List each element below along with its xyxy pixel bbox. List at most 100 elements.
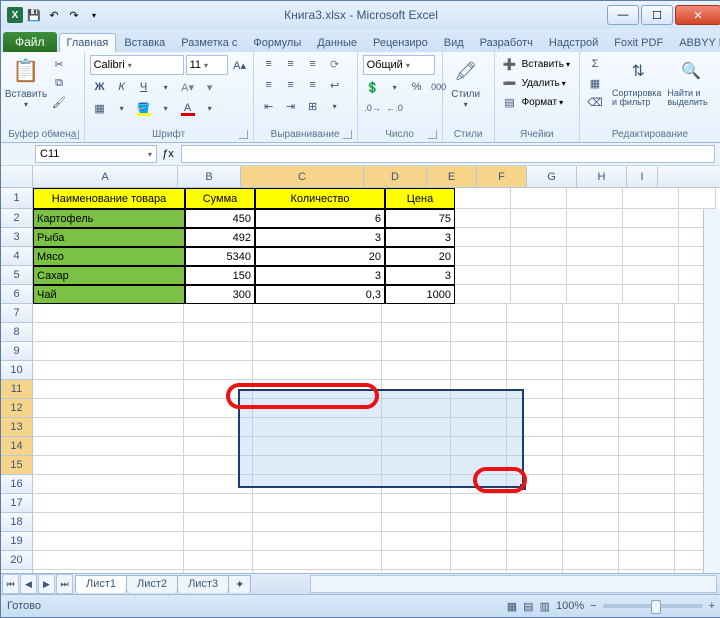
percent-icon[interactable]: % [407,78,427,96]
cell[interactable]: Картофель [33,209,185,228]
cell[interactable] [567,188,623,209]
cell[interactable] [679,188,716,209]
view-normal-icon[interactable]: ▦ [507,600,517,613]
cell[interactable] [455,188,511,209]
cell[interactable] [382,570,451,573]
horizontal-scrollbar[interactable] [310,575,717,593]
tab-addins[interactable]: Надстрой [541,33,606,52]
cell[interactable] [253,323,382,342]
cell[interactable] [567,209,623,228]
cell[interactable] [567,247,623,266]
cell[interactable] [253,437,382,456]
tab-insert[interactable]: Вставка [116,33,173,52]
cell[interactable]: 3 [385,266,455,285]
cell[interactable] [619,513,675,532]
cell[interactable] [619,418,675,437]
cut-icon[interactable]: ✂ [49,55,69,73]
cell[interactable] [382,418,451,437]
align-center-icon[interactable]: ≡ [281,76,301,94]
sheet-tab-2[interactable]: Лист2 [126,575,178,593]
cell[interactable] [382,532,451,551]
row-header[interactable]: 1 [1,188,33,209]
view-break-icon[interactable]: ▥ [540,600,550,613]
col-header-G[interactable]: G [527,166,577,187]
cell[interactable] [455,247,511,266]
cell[interactable] [507,513,563,532]
cell[interactable] [507,456,563,475]
cell[interactable] [507,304,563,323]
cell[interactable]: 3 [255,228,385,247]
underline-button[interactable]: Ч [134,78,154,96]
copy-icon[interactable]: ⧉ [49,74,69,92]
row-header[interactable]: 5 [1,266,33,285]
col-header-E[interactable]: E [427,166,477,187]
cell[interactable] [253,418,382,437]
col-header-I[interactable]: I [627,166,658,187]
cell[interactable]: 3 [385,228,455,247]
cell[interactable] [619,399,675,418]
cell[interactable] [253,513,382,532]
cell[interactable] [451,418,507,437]
cell[interactable]: Мясо [33,247,185,266]
align-bottom-icon[interactable]: ≡ [303,55,323,73]
format-cells-button[interactable]: ▤Формат▾ [500,93,564,111]
cell[interactable] [33,532,184,551]
col-header-F[interactable]: F [477,166,527,187]
orientation-icon[interactable]: ⟳ [325,55,345,73]
align-left-icon[interactable]: ≡ [259,76,279,94]
sheet-tab-3[interactable]: Лист3 [177,575,229,593]
cell[interactable] [563,437,619,456]
cell[interactable] [511,285,567,304]
cell[interactable] [455,228,511,247]
cell[interactable] [382,399,451,418]
cell[interactable] [184,380,253,399]
cell[interactable] [623,285,679,304]
number-format-combo[interactable]: Общий▾ [363,55,435,75]
cell[interactable] [563,551,619,570]
font-name-combo[interactable]: Calibri▾ [90,55,184,75]
select-all-corner[interactable] [1,166,33,187]
cell[interactable] [507,323,563,342]
cell[interactable] [451,304,507,323]
cell[interactable]: Сумма [185,188,255,209]
cell[interactable]: 492 [185,228,255,247]
cell[interactable] [33,361,184,380]
next-sheet-nav[interactable]: ▶ [38,574,55,594]
cell[interactable] [184,570,253,573]
cell[interactable] [563,570,619,573]
cell[interactable] [33,399,184,418]
cell[interactable] [451,456,507,475]
cell[interactable]: 5340 [185,247,255,266]
cell[interactable] [33,304,184,323]
cell[interactable] [253,570,382,573]
cell[interactable] [184,418,253,437]
delete-cells-button[interactable]: ➖Удалить▾ [500,74,566,92]
row-header[interactable]: 15 [1,456,33,475]
row-header[interactable]: 7 [1,304,33,323]
cell[interactable] [184,342,253,361]
cell[interactable] [33,418,184,437]
cell[interactable] [451,494,507,513]
fill-icon[interactable]: ▦ [585,74,605,92]
col-header-D[interactable]: D [364,166,427,187]
borders-icon[interactable]: ▦ [90,99,110,117]
cell[interactable] [507,475,563,494]
tab-formulas[interactable]: Формулы [245,33,309,52]
cell[interactable] [33,342,184,361]
cell[interactable]: 0,3 [255,285,385,304]
row-header[interactable]: 2 [1,209,33,228]
cell[interactable] [184,456,253,475]
cell[interactable] [507,437,563,456]
cell[interactable]: Наименование товара [33,188,185,209]
cell[interactable] [619,570,675,573]
cell[interactable] [563,456,619,475]
tab-home[interactable]: Главная [59,33,117,52]
sort-filter-button[interactable]: ⇅ Сортировка и фильтр [612,55,664,107]
cell[interactable] [184,304,253,323]
zoom-slider[interactable] [603,604,703,608]
shrink-font-icon[interactable]: A▾ [178,78,198,96]
cell[interactable] [184,532,253,551]
cell[interactable] [451,475,507,494]
cell[interactable] [253,456,382,475]
cell[interactable] [619,380,675,399]
